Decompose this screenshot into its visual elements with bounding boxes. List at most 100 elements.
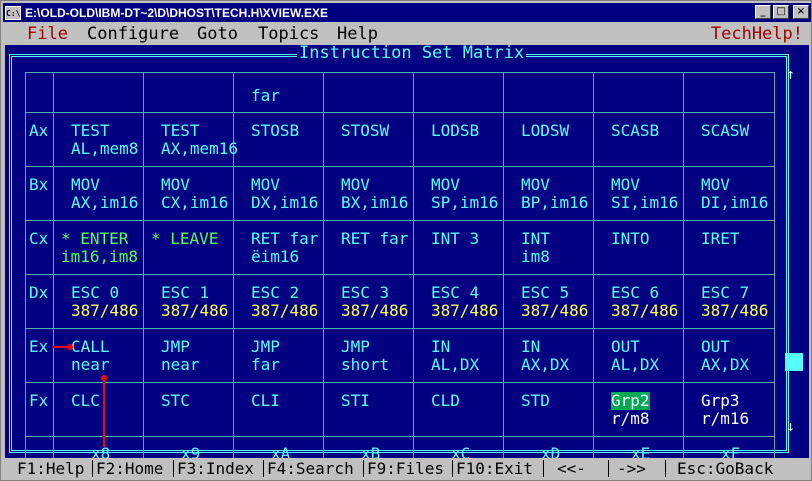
instruction-cell[interactable]: JMP far [251, 338, 280, 374]
instruction-cell[interactable]: INT im8 [521, 230, 550, 266]
status-f10[interactable]: F10:Exit [456, 458, 533, 479]
status-f3[interactable]: F3:Index [177, 458, 254, 479]
grid-vline [683, 72, 684, 461]
instruction-mnemonic: SCASW [701, 121, 750, 140]
instruction-cell[interactable]: ESC 4 387/486 [431, 284, 498, 320]
instruction-cell[interactable]: ESC 1 387/486 [161, 284, 228, 320]
instruction-cell[interactable]: STI [341, 392, 370, 410]
instruction-cell[interactable]: Grp3 r/m16 [701, 392, 749, 428]
status-f4[interactable]: F4:Search [267, 458, 354, 479]
instruction-cell[interactable]: MOV CX,im16 [161, 176, 228, 212]
instruction-mnemonic: CALL [71, 337, 110, 356]
instruction-cell[interactable]: CLC [71, 392, 100, 410]
instruction-operand: BP,im16 [521, 193, 589, 212]
instruction-cell[interactable]: IN AX,DX [521, 338, 569, 374]
grid-vline [413, 72, 414, 461]
row-label: Dx [29, 283, 49, 302]
instruction-cell[interactable]: CLI [251, 392, 280, 410]
instruction-cell[interactable]: * ENTER im16,im8 [61, 230, 138, 266]
close-button[interactable]: × [793, 5, 809, 19]
instruction-cell[interactable]: ESC 5 387/486 [521, 284, 588, 320]
instruction-cell[interactable]: INTO [611, 230, 650, 248]
instruction-cell[interactable]: MOV DI,im16 [701, 176, 768, 212]
instruction-cell[interactable]: * LEAVE [151, 230, 218, 248]
instruction-cell[interactable]: Grp2 r/m8 [611, 392, 650, 428]
menu-goto[interactable]: Goto [197, 24, 238, 45]
menu-configure[interactable]: Configure [87, 24, 179, 45]
instruction-cell[interactable]: RET far ëim16 [251, 230, 318, 266]
instruction-cell[interactable]: TEST AX,mem16 [161, 122, 238, 158]
instruction-cell[interactable]: ESC 7 387/486 [701, 284, 768, 320]
instruction-operand: BX,im16 [341, 193, 409, 212]
instruction-cell[interactable]: ESC 6 387/486 [611, 284, 678, 320]
grid-vline [323, 72, 324, 461]
instruction-cell[interactable]: STOSW [341, 122, 389, 140]
instruction-cell[interactable]: TEST AL,mem8 [71, 122, 138, 158]
menu-topics[interactable]: Topics [258, 24, 319, 45]
instruction-mnemonic: Grp3 [701, 391, 740, 410]
grid-vline [503, 72, 504, 461]
instruction-cell[interactable]: SCASW [701, 122, 749, 140]
app-window: C:\ E:\OLD-OLD\IBM-DT~2\D\DHOST\TECH.H\X… [0, 0, 812, 481]
scroll-thumb[interactable] [785, 353, 803, 371]
scroll-up-icon[interactable]: ↑ [786, 65, 795, 83]
instruction-cell[interactable]: ESC 3 387/486 [341, 284, 408, 320]
instruction-cell[interactable]: MOV BX,im16 [341, 176, 408, 212]
instruction-operand: CX,im16 [161, 193, 229, 212]
instruction-cell[interactable]: JMP near [161, 338, 200, 374]
instruction-cell[interactable]: MOV AX,im16 [71, 176, 138, 212]
instruction-cell[interactable]: RET far [341, 230, 408, 248]
instruction-cell[interactable]: LODSW [521, 122, 569, 140]
maximize-button[interactable]: □ [773, 5, 789, 19]
instruction-mnemonic: STOSB [251, 121, 300, 140]
instruction-mnemonic: MOV [341, 175, 370, 194]
status-f2[interactable]: F2:Home [96, 458, 163, 479]
menu-file[interactable]: File [27, 24, 68, 45]
instruction-cell[interactable]: CLD [431, 392, 460, 410]
instruction-cell[interactable]: STC [161, 392, 190, 410]
title-bar[interactable]: C:\ E:\OLD-OLD\IBM-DT~2\D\DHOST\TECH.H\X… [3, 3, 811, 22]
instruction-cell[interactable]: SCASB [611, 122, 659, 140]
grid-vline [143, 72, 144, 461]
instruction-mnemonic: MOV [431, 175, 460, 194]
instruction-mnemonic: ESC 2 [251, 283, 300, 302]
instruction-cell[interactable]: MOV SP,im16 [431, 176, 498, 212]
instruction-cell[interactable]: MOV SI,im16 [611, 176, 678, 212]
status-f9[interactable]: F9:Files [367, 458, 444, 479]
instruction-operand: AX,im16 [71, 193, 139, 212]
instruction-cell[interactable]: OUT AL,DX [611, 338, 659, 374]
instruction-cell[interactable]: ESC 2 387/486 [251, 284, 318, 320]
scrollbar[interactable]: ↑ ↓ [782, 61, 804, 437]
instruction-mnemonic: ESC 3 [341, 283, 390, 302]
instruction-mnemonic: OUT [701, 337, 730, 356]
instruction-mnemonic: ESC 7 [701, 283, 750, 302]
instruction-cell[interactable]: INT 3 [431, 230, 479, 248]
instruction-cell[interactable]: MOV DX,im16 [251, 176, 318, 212]
menu-file-label: File [27, 24, 68, 44]
matrix-screen: Instruction Set Matrix far Ax Bx Cx Dx Ex Fx x8… [5, 45, 809, 463]
status-f1[interactable]: F1:Help [17, 458, 84, 479]
instruction-mnemonic: MOV [161, 175, 190, 194]
system-menu-icon[interactable]: C:\ [5, 5, 21, 20]
instruction-cell[interactable]: STD [521, 392, 550, 410]
instruction-mnemonic: * ENTER [61, 229, 129, 248]
instruction-cell[interactable]: MOV BP,im16 [521, 176, 588, 212]
instruction-cell[interactable]: ESC 0 387/486 [71, 284, 138, 320]
status-back[interactable]: <<- [557, 458, 586, 479]
row-label: Ax [29, 121, 49, 140]
instruction-cell[interactable]: CALL near [71, 338, 110, 374]
status-forward[interactable]: ->> [617, 458, 646, 479]
minimize-button[interactable]: _ [755, 5, 771, 19]
instruction-cell[interactable]: OUT AX,DX [701, 338, 749, 374]
instruction-cell[interactable]: LODSB [431, 122, 479, 140]
instruction-mnemonic: CLI [251, 391, 280, 410]
status-goback[interactable]: Esc:GoBack [677, 458, 773, 479]
instruction-operand: AL,DX [431, 355, 480, 374]
instruction-cell[interactable]: STOSB [251, 122, 299, 140]
menu-help[interactable]: Help [337, 24, 378, 45]
instruction-cell[interactable]: JMP short [341, 338, 389, 374]
scroll-down-icon[interactable]: ↓ [786, 417, 795, 435]
instruction-cell[interactable]: IRET [701, 230, 740, 248]
arrow-dot-1 [67, 344, 73, 350]
instruction-cell[interactable]: IN AL,DX [431, 338, 479, 374]
